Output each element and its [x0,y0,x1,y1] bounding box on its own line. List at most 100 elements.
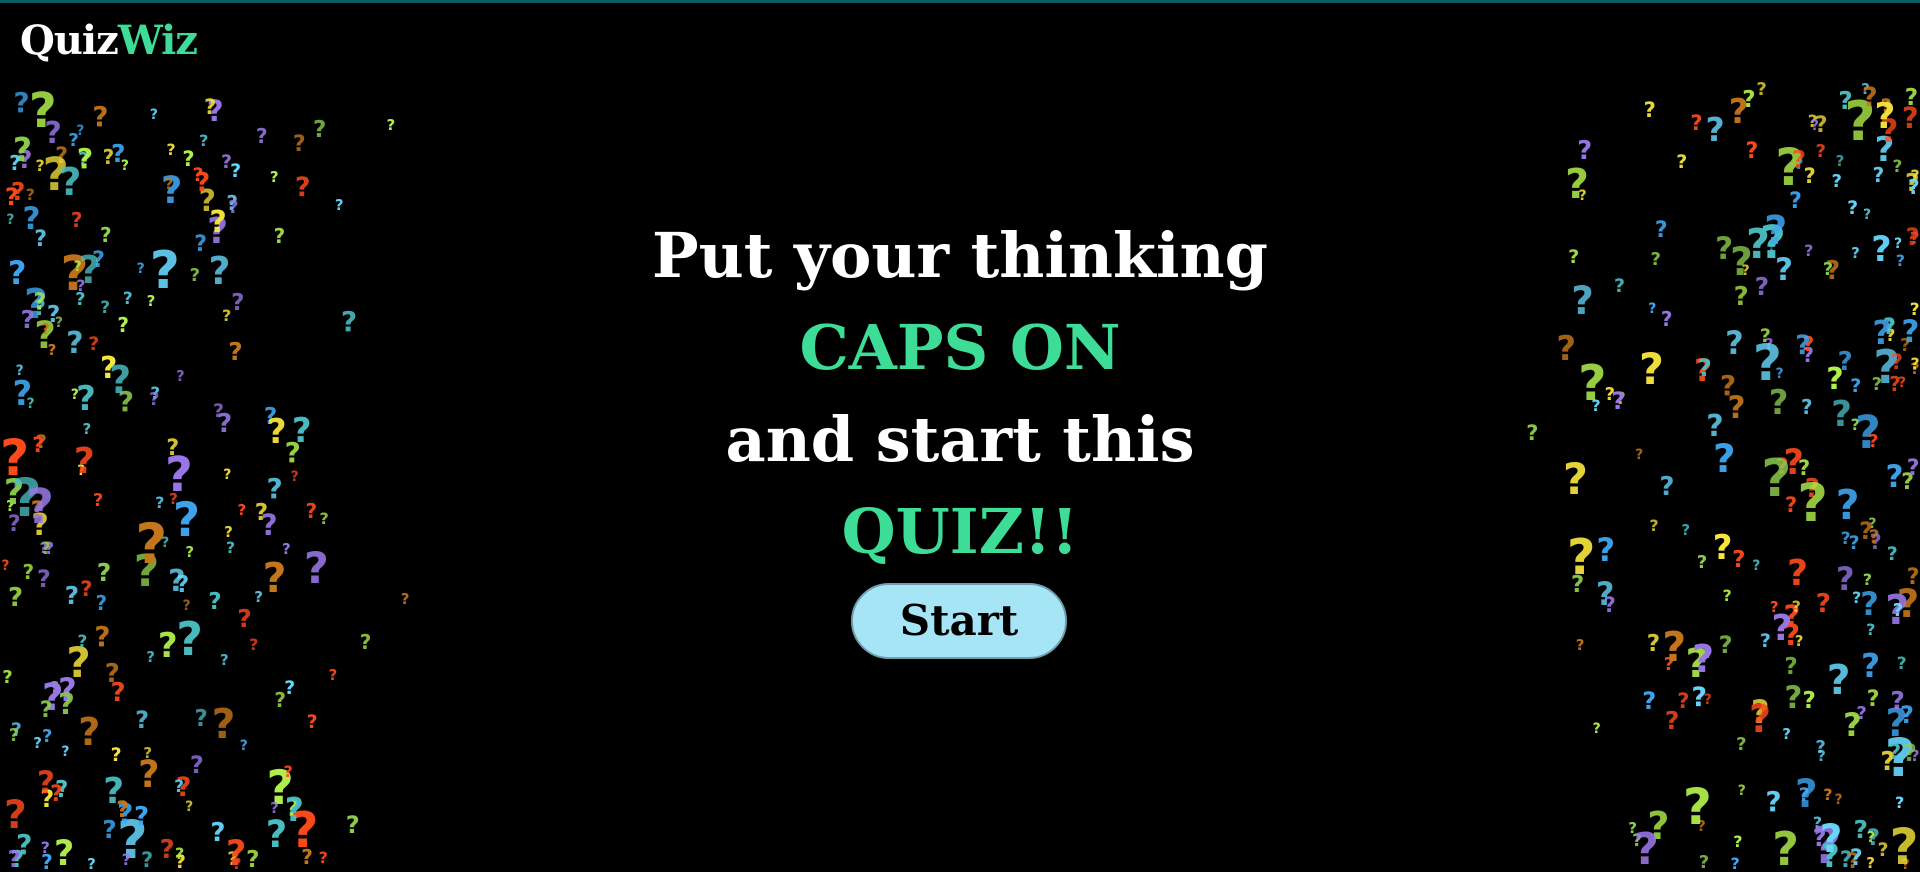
question-mark-icon: ? [26,479,54,536]
question-mark-icon: ? [306,710,318,733]
question-mark-icon: ? [284,435,301,469]
question-mark-icon: ? [1804,241,1814,261]
question-mark-icon: ? [1815,140,1826,162]
question-mark-icon: ? [194,231,208,257]
question-mark-icon: ? [141,847,154,872]
question-mark-icon: ? [199,131,209,151]
question-mark-icon: ? [1698,852,1710,872]
question-mark-icon: ? [1628,819,1637,838]
question-mark-icon: ? [76,123,85,140]
question-mark-icon: ? [1889,818,1919,872]
question-mark-icon: ? [1817,746,1826,765]
question-mark-icon: ? [1719,368,1737,402]
question-mark-icon: ? [1649,516,1659,536]
start-button[interactable]: Start [851,583,1067,659]
question-mark-icon: ? [172,492,201,548]
question-mark-icon: ? [1784,654,1798,681]
question-mark-icon: ? [1648,300,1657,317]
question-mark-icon: ? [80,576,93,601]
question-mark-icon: ? [1863,207,1872,224]
question-mark-icon: ? [182,598,191,615]
question-mark-icon: ? [1691,682,1707,714]
question-mark-icon: ? [1664,706,1680,736]
question-mark-icon: ? [82,419,92,438]
question-mark-icon: ? [33,289,47,315]
question-mark-icon: ? [1838,86,1853,116]
question-mark-icon: ? [1791,596,1801,616]
question-mark-icon: ? [386,116,396,135]
question-mark-icon: ? [136,261,145,278]
question-mark-icon: ? [8,724,20,746]
question-mark-icon: ? [1872,162,1885,187]
question-mark-icon: ? [1639,344,1664,395]
question-mark-icon: ? [1851,243,1860,262]
question-mark-icon: ? [1885,458,1904,495]
question-mark-icon: ? [6,211,15,228]
question-mark-icon: ? [47,341,57,360]
hero-heading: Put your thinking CAPS ON and start this… [560,210,1360,578]
question-mark-icon: ? [1697,353,1712,382]
question-mark-icon: ? [149,240,180,301]
question-mark-icon: ? [231,290,245,317]
question-mark-icon: ? [1795,330,1811,362]
question-mark-icon: ? [1895,793,1905,813]
question-mark-icon: ? [1831,393,1853,435]
question-mark-icon: ? [254,587,263,606]
question-mark-icon: ? [64,580,80,610]
question-mark-icon: ? [1896,653,1907,674]
question-mark-icon: ? [221,306,232,326]
question-mark-icon: ? [1892,600,1904,622]
question-mark-icon: ? [39,540,48,557]
question-mark-icon: ? [1874,96,1896,138]
question-mark-icon: ? [13,85,30,119]
question-mark-icon: ? [138,752,160,796]
question-mark-icon: ? [1866,854,1875,872]
question-mark-icon: ? [175,366,185,385]
question-mark-icon: ? [192,163,204,186]
question-mark-icon: ? [1718,630,1733,659]
question-mark-icon: ? [4,793,27,839]
question-mark-icon: ? [211,699,236,748]
question-mark-icon: ? [1782,725,1791,744]
question-mark-icon: ? [1566,529,1596,587]
question-mark-icon: ? [1889,372,1901,397]
question-mark-icon: ? [36,564,51,593]
question-mark-icon: ? [189,750,204,779]
question-mark-icon: ? [1575,635,1585,654]
question-mark-icon: ? [269,168,279,187]
question-mark-icon: ? [270,798,279,817]
question-mark-icon: ? [135,511,168,576]
question-mark-icon: ? [92,489,104,511]
question-mark-icon: ? [164,174,174,193]
logo-text-quiz: Quiz [20,17,119,64]
question-mark-icon: ? [319,508,329,528]
question-mark-icon: ? [176,611,203,666]
question-mark-icon: ? [305,498,318,523]
question-mark-icon: ? [155,493,165,513]
question-mark-icon: ? [1860,585,1879,624]
question-mark-icon: ? [96,557,112,587]
question-mark-icon: ? [282,539,291,558]
question-mark-icon: ? [1556,328,1577,369]
question-mark-icon: ? [1713,436,1736,482]
question-mark-icon: ? [1784,680,1803,717]
question-mark-icon: ? [249,635,259,655]
question-mark-icon: ? [228,197,239,219]
question-mark-icon: ? [1745,138,1759,164]
question-mark-icon: ? [166,436,180,462]
question-mark-icon: ? [1866,687,1880,713]
question-mark-icon: ? [1861,646,1881,686]
question-mark-icon: ? [1909,229,1920,250]
question-mark-icon: ? [1568,245,1580,268]
question-mark-icon: ? [100,297,111,318]
question-mark-icon: ? [1,557,10,574]
question-mark-icon: ? [1823,784,1833,804]
question-mark-icon: ? [78,710,101,755]
question-mark-icon: ? [1705,109,1725,149]
question-mark-icon: ? [135,705,150,734]
question-mark-icon: ? [1802,687,1816,714]
question-mark-icon: ? [328,666,338,685]
question-mark-icon: ? [77,631,88,652]
quizwiz-logo[interactable]: QuizWiz [20,17,198,65]
question-mark-icon: ? [1815,588,1831,619]
